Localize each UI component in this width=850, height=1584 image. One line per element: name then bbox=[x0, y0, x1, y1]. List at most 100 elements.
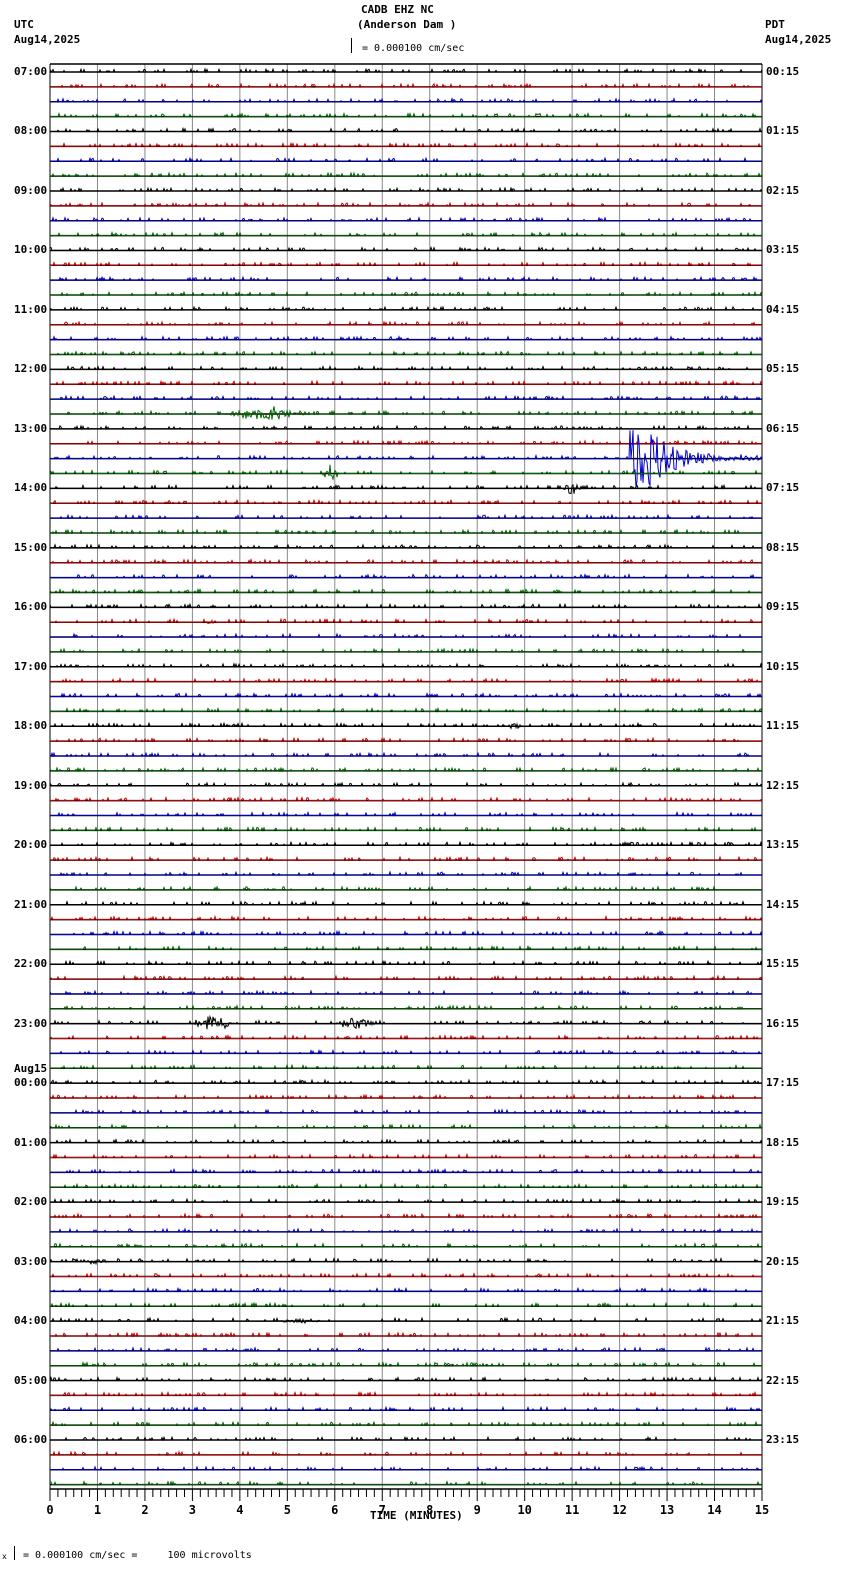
seismic-trace bbox=[49, 558, 763, 565]
pdt-hour-label: 01:15 bbox=[766, 124, 800, 138]
utc-hour-label: 07:00 bbox=[14, 65, 48, 78]
x-tick-label: 9 bbox=[474, 1503, 481, 1517]
seismic-trace bbox=[49, 201, 762, 208]
seismic-trace bbox=[49, 1257, 762, 1266]
x-tick-label: 0 bbox=[46, 1503, 53, 1517]
seismic-trace bbox=[50, 498, 762, 505]
x-tick-label: 10 bbox=[517, 1503, 531, 1517]
seismic-trace bbox=[50, 706, 763, 713]
seismic-trace bbox=[50, 855, 763, 862]
utc-hour-label: 15:00 bbox=[14, 540, 48, 554]
seismic-trace bbox=[50, 364, 762, 371]
seismic-trace bbox=[50, 1152, 762, 1159]
utc-hour-label: 13:00 bbox=[14, 421, 48, 435]
seismic-trace bbox=[50, 1242, 762, 1249]
x-tick-label: 4 bbox=[236, 1503, 243, 1517]
x-tick-label: 3 bbox=[189, 1503, 196, 1517]
x-tick-label: 12 bbox=[612, 1503, 626, 1517]
seismic-trace bbox=[50, 379, 763, 386]
seismic-trace bbox=[49, 885, 762, 892]
utc-hour-label: 10:00 bbox=[14, 243, 48, 257]
utc-hour-label: 14:00 bbox=[14, 481, 48, 495]
seismic-trace bbox=[50, 1063, 762, 1070]
utc-hour-label: 18:00 bbox=[14, 719, 48, 733]
seismic-trace bbox=[50, 216, 762, 223]
x-tick-label: 2 bbox=[141, 1503, 148, 1517]
pdt-hour-label: 23:15 bbox=[766, 1433, 800, 1447]
seismic-trace bbox=[50, 1346, 762, 1353]
pdt-hour-label: 13:15 bbox=[766, 838, 800, 852]
helicorder-plot: 0 1 2 3 4 5 6 7 8 9 10 11 12 13 14 15 bbox=[46, 63, 769, 1517]
seismic-trace bbox=[50, 1435, 763, 1442]
utc-hour-label: 03:00 bbox=[14, 1254, 48, 1268]
seismic-trace bbox=[50, 1212, 762, 1219]
seismic-trace bbox=[50, 796, 763, 803]
utc-hour-label: 22:00 bbox=[14, 957, 48, 971]
seismic-trace bbox=[49, 67, 763, 74]
pdt-hour-label: 02:15 bbox=[766, 183, 800, 197]
seismic-trace bbox=[50, 406, 763, 421]
seismic-trace bbox=[50, 260, 762, 267]
pdt-hour-label: 08:15 bbox=[766, 540, 800, 554]
utc-hour-label: 16:00 bbox=[14, 600, 48, 614]
seismic-trace bbox=[50, 573, 762, 579]
x-tick-label: 5 bbox=[284, 1503, 291, 1517]
utc-hour-label: 21:00 bbox=[14, 897, 48, 911]
seismic-trace bbox=[50, 1138, 763, 1144]
seismic-trace bbox=[50, 1078, 762, 1085]
utc-hour-label: 01:00 bbox=[14, 1135, 48, 1149]
seismic-trace bbox=[50, 1227, 762, 1234]
seismic-trace bbox=[49, 989, 762, 996]
seismic-trace bbox=[50, 394, 762, 401]
utc-hour-label: 08:00 bbox=[14, 124, 48, 138]
utc-hour-label: 19:00 bbox=[14, 778, 48, 792]
pdt-hour-label: 16:15 bbox=[766, 1016, 800, 1030]
pdt-hour-label: 17:15 bbox=[766, 1076, 800, 1090]
pdt-hour-label: 06:15 bbox=[766, 421, 800, 435]
utc-hour-label: 12:00 bbox=[14, 362, 48, 376]
pdt-hour-label: 19:15 bbox=[766, 1195, 800, 1209]
seismic-trace bbox=[49, 781, 763, 788]
utc-hour-label: 02:00 bbox=[14, 1195, 48, 1209]
seismic-trace bbox=[50, 736, 762, 743]
seismic-trace bbox=[50, 171, 763, 178]
pdt-hour-label: 05:15 bbox=[766, 362, 800, 376]
pdt-hour-label: 04:15 bbox=[766, 302, 800, 316]
x-tick-label: 15 bbox=[755, 1503, 769, 1517]
pdt-hour-label: 10:15 bbox=[766, 659, 800, 673]
seismic-trace bbox=[49, 587, 763, 594]
seismic-trace bbox=[50, 275, 762, 282]
utc-hour-label: 04:00 bbox=[14, 1314, 48, 1328]
x-tick-label: 11 bbox=[565, 1503, 579, 1517]
pdt-hour-label: 18:15 bbox=[766, 1135, 800, 1149]
seismic-trace bbox=[50, 231, 762, 237]
pdt-hour-label: 11:15 bbox=[766, 719, 800, 733]
seismic-trace bbox=[50, 1167, 762, 1174]
seismic-trace bbox=[50, 112, 762, 119]
utc-hour-label: 05:00 bbox=[14, 1373, 48, 1387]
seismic-trace bbox=[50, 1048, 762, 1055]
seismic-trace bbox=[50, 126, 762, 134]
seismic-trace bbox=[49, 602, 762, 609]
seismic-trace bbox=[50, 439, 762, 446]
pdt-hour-label: 03:15 bbox=[766, 243, 800, 257]
seismic-trace bbox=[50, 825, 762, 832]
pdt-hour-label: 22:15 bbox=[766, 1373, 800, 1387]
seismic-trace bbox=[50, 1301, 762, 1308]
x-tick-label: 13 bbox=[660, 1503, 674, 1517]
utc-date-label: Aug15 bbox=[14, 1062, 48, 1076]
seismic-trace bbox=[50, 528, 763, 535]
seismic-trace bbox=[50, 1197, 763, 1204]
seismic-trace bbox=[50, 944, 762, 951]
seismic-trace bbox=[50, 751, 762, 758]
seismic-trace bbox=[50, 1450, 762, 1457]
seismic-trace bbox=[50, 513, 762, 520]
x-tick-label: 1 bbox=[94, 1503, 101, 1517]
utc-hour-label: 20:00 bbox=[14, 838, 48, 852]
pdt-hour-label: 14:15 bbox=[766, 897, 800, 911]
seismic-trace bbox=[49, 1405, 762, 1412]
seismic-trace bbox=[49, 1123, 762, 1130]
x-tick-label: 14 bbox=[707, 1503, 721, 1517]
seismic-trace bbox=[50, 929, 763, 937]
pdt-hour-label: 20:15 bbox=[766, 1254, 800, 1268]
